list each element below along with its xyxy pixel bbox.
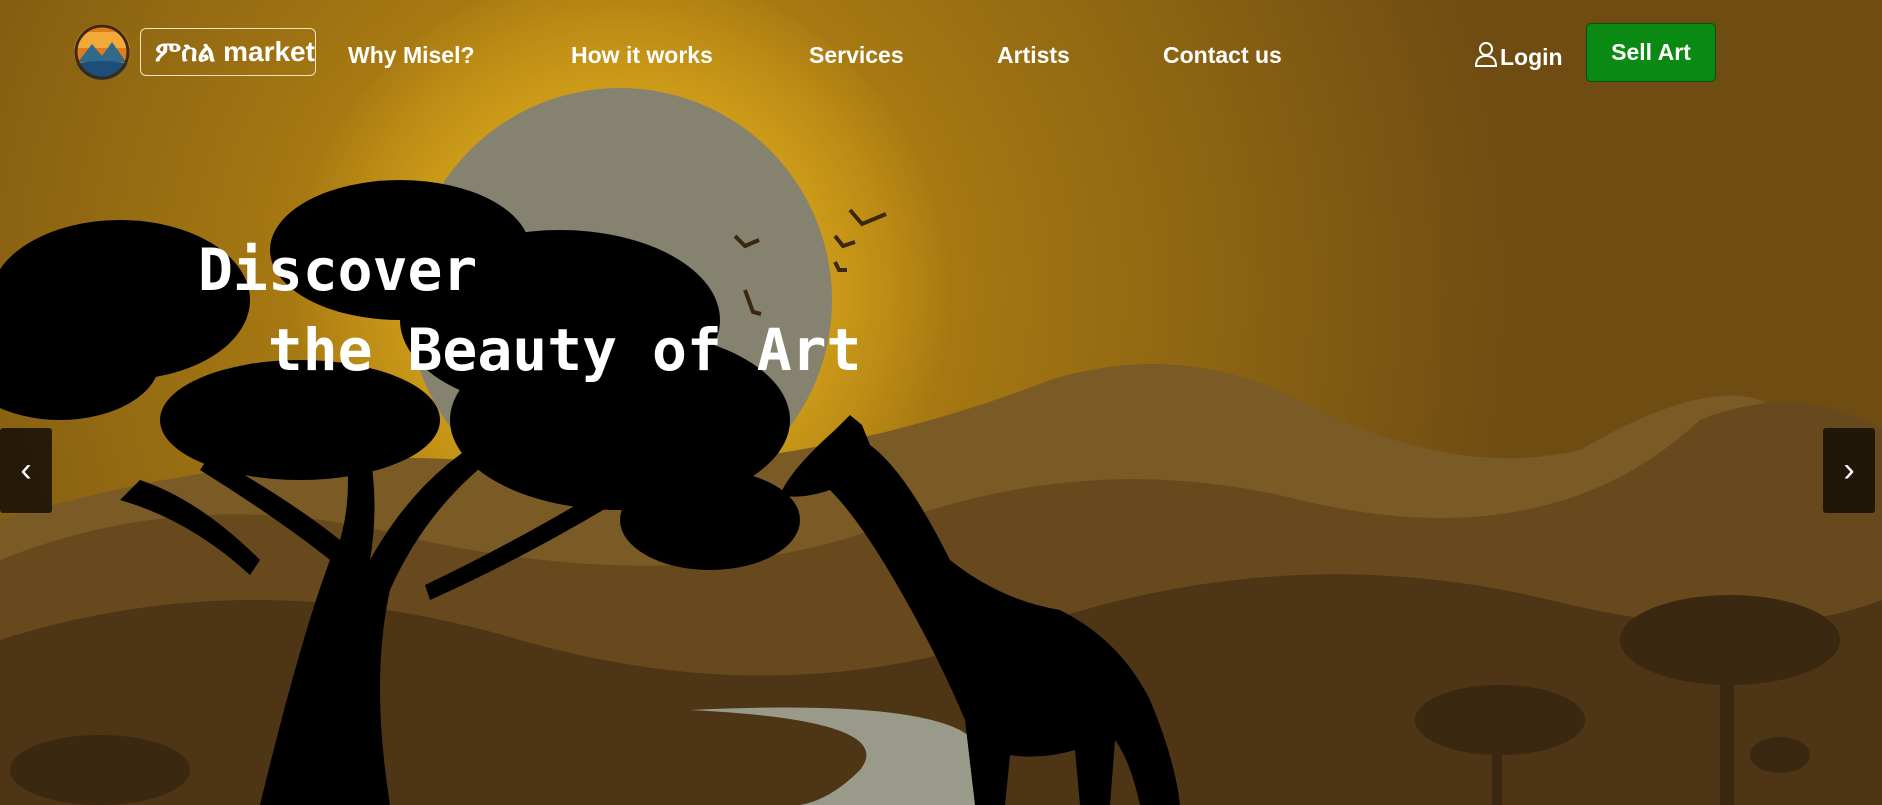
brand-button[interactable]: ምስል market xyxy=(140,28,316,76)
top-navbar: ምስል market Why Misel? How it works Servi… xyxy=(0,0,1882,110)
carousel-prev-button[interactable]: ‹ xyxy=(0,428,52,513)
chevron-right-icon: › xyxy=(1843,451,1855,489)
savanna-illustration xyxy=(0,0,1882,805)
chevron-left-icon: ‹ xyxy=(20,451,32,489)
hero-headline: Discover the Beauty of Art xyxy=(198,230,861,390)
nav-link-why-misel[interactable]: Why Misel? xyxy=(348,42,475,69)
nav-link-contact-us[interactable]: Contact us xyxy=(1163,42,1282,69)
nav-link-services[interactable]: Services xyxy=(809,42,904,69)
hero-headline-line2: the Beauty of Art xyxy=(198,316,862,384)
login-link[interactable]: Login xyxy=(1474,41,1563,73)
carousel-next-button[interactable]: › xyxy=(1823,428,1875,513)
sell-art-button[interactable]: Sell Art xyxy=(1586,23,1716,82)
login-label: Login xyxy=(1500,43,1563,70)
hero-banner xyxy=(0,0,1882,805)
nav-link-artists[interactable]: Artists xyxy=(997,42,1070,69)
logo-icon[interactable] xyxy=(74,24,130,80)
hero-headline-line1: Discover xyxy=(198,236,478,304)
nav-link-how-it-works[interactable]: How it works xyxy=(571,42,713,69)
user-icon xyxy=(1474,41,1498,73)
